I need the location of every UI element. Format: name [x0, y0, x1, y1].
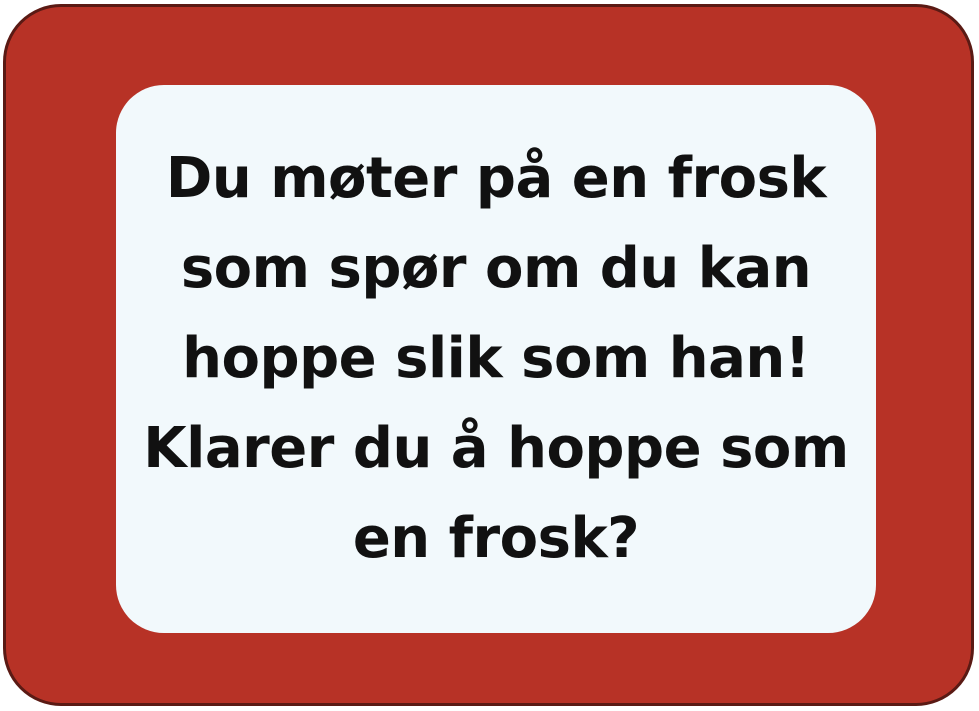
card-message-line-5: en frosk? — [352, 506, 640, 571]
card-panel: Du møter på en frosk som spør om du kan … — [116, 85, 876, 633]
card-message-line-2: som spør om du kan — [180, 236, 812, 301]
card-message-line-1: Du møter på en frosk — [165, 146, 827, 211]
card-message-line-3: hoppe slik som han! — [182, 326, 810, 391]
card-message: Du møter på en frosk som spør om du kan … — [126, 134, 866, 584]
card-frame: Du møter på en frosk som spør om du kan … — [3, 4, 974, 706]
card-message-line-4: Klarer du å hoppe som — [143, 416, 849, 481]
